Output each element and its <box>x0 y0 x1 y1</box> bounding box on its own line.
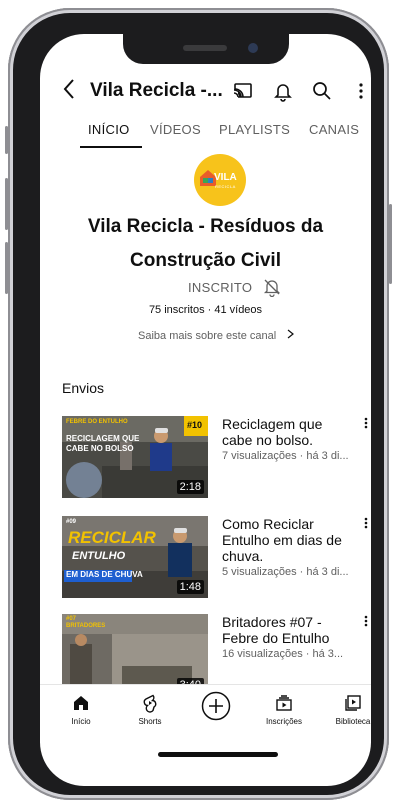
subscribed-button[interactable]: INSCRITO <box>188 280 252 295</box>
thumb-text: EM DIAS DE CHUVA <box>66 570 143 579</box>
more-vert-icon[interactable] <box>364 614 368 630</box>
about-link-label: Saiba mais sobre este canal <box>138 330 277 342</box>
chevron-right-icon <box>287 329 295 342</box>
tab-inicio[interactable]: INÍCIO <box>88 122 130 137</box>
logo-text: VILA <box>214 172 237 183</box>
notch <box>123 34 289 64</box>
nav-subscriptions[interactable]: Inscrições <box>254 693 314 726</box>
thumb-text: #09 <box>66 519 77 525</box>
thumb-text: FEBRE DO ENTULHO <box>66 419 128 425</box>
home-icon <box>74 696 88 710</box>
nav-home[interactable]: Início <box>51 693 111 726</box>
bottom-navigation: Início Shorts Inscrições Biblioteca <box>40 684 371 743</box>
channel-avatar[interactable]: VILA RECICLA <box>194 154 246 206</box>
subscriptions-icon <box>276 695 292 711</box>
screen: Vila Recicla -... INÍCIO VÍDEOS PLAYLIST… <box>40 34 371 786</box>
nav-create[interactable] <box>186 691 246 721</box>
library-icon <box>345 695 361 711</box>
channel-stats: 75 inscritos · 41 vídeos <box>148 304 263 316</box>
video-title[interactable]: Reciclagem que cabe no bolso. <box>222 416 350 448</box>
video-item[interactable]: FEBRE DO ENTULHO RECICLAGEM QUE CABE NO … <box>62 416 368 500</box>
thumb-text: RECICLAGEM QUE <box>66 434 140 443</box>
channel-about-link[interactable]: Saiba mais sobre este canal <box>138 329 295 342</box>
nav-subscriptions-label: Inscrições <box>265 717 302 726</box>
video-duration: 2:18 <box>176 480 204 494</box>
thumb-text: BRITADORES <box>66 623 106 629</box>
thumb-text: CABE NO BOLSO <box>66 444 134 453</box>
thumb-text: RECICLAR <box>68 528 156 547</box>
video-thumbnail[interactable]: FEBRE DO ENTULHO RECICLAGEM QUE CABE NO … <box>62 416 208 498</box>
create-plus-icon <box>201 691 231 721</box>
bell-icon[interactable] <box>272 80 294 102</box>
top-app-bar: Vila Recicla -... <box>40 74 371 108</box>
uploads-section-title: Envios <box>62 380 105 396</box>
thumb-text: #10 <box>187 420 203 430</box>
more-vert-icon[interactable] <box>364 416 368 432</box>
channel-name: Vila Recicla - Resíduos da Construção Ci… <box>87 216 324 271</box>
mute-switch <box>5 126 8 154</box>
search-icon[interactable] <box>311 80 333 102</box>
channel-title: Vila Recicla -... <box>90 80 223 101</box>
tab-videos[interactable]: VÍDEOS <box>150 122 201 137</box>
more-vert-icon[interactable] <box>364 516 368 532</box>
channel-tabs: INÍCIO VÍDEOS PLAYLISTS CANAIS S <box>40 120 371 150</box>
thumb-text: ENTULHO <box>72 550 126 562</box>
active-tab-indicator <box>80 146 142 148</box>
speaker <box>183 45 227 51</box>
video-thumbnail[interactable]: #09 RECICLAR ENTULHO EM DIAS DE CHUVA 1:… <box>62 516 208 598</box>
cast-icon[interactable] <box>232 80 254 102</box>
nav-library-label: Biblioteca <box>335 717 371 726</box>
video-meta: 7 visualizações · há 3 di... <box>222 450 349 462</box>
thumb-text: #07 <box>66 616 77 622</box>
more-vert-icon[interactable] <box>350 80 371 102</box>
volume-up-button <box>5 178 8 230</box>
volume-down-button <box>5 242 8 294</box>
logo-subtext: RECICLA <box>215 184 236 189</box>
home-indicator[interactable] <box>158 752 278 757</box>
nav-shorts[interactable]: Shorts <box>120 693 180 726</box>
video-meta: 5 visualizações · há 3 di... <box>222 566 349 578</box>
video-duration: 1:48 <box>176 580 204 594</box>
video-title[interactable]: Britadores #07 - Febre do Entulho <box>222 614 350 646</box>
video-meta: 16 visualizações · há 3... <box>222 648 344 660</box>
video-title[interactable]: Como Reciclar Entulho em dias de chuva. <box>222 516 350 564</box>
shorts-icon <box>143 694 157 713</box>
back-arrow-icon[interactable] <box>62 78 76 106</box>
notifications-off-icon[interactable] <box>262 277 282 298</box>
tab-canais[interactable]: CANAIS <box>309 122 359 137</box>
tab-playlists[interactable]: PLAYLISTS <box>219 122 290 137</box>
nav-library[interactable]: Biblioteca <box>323 693 371 726</box>
phone-frame: Vila Recicla -... INÍCIO VÍDEOS PLAYLIST… <box>5 8 392 800</box>
power-button <box>389 204 392 284</box>
nav-home-label: Início <box>71 717 91 726</box>
video-item[interactable]: #09 RECICLAR ENTULHO EM DIAS DE CHUVA 1:… <box>62 516 368 600</box>
camera <box>248 43 258 53</box>
nav-shorts-label: Shorts <box>138 717 162 726</box>
